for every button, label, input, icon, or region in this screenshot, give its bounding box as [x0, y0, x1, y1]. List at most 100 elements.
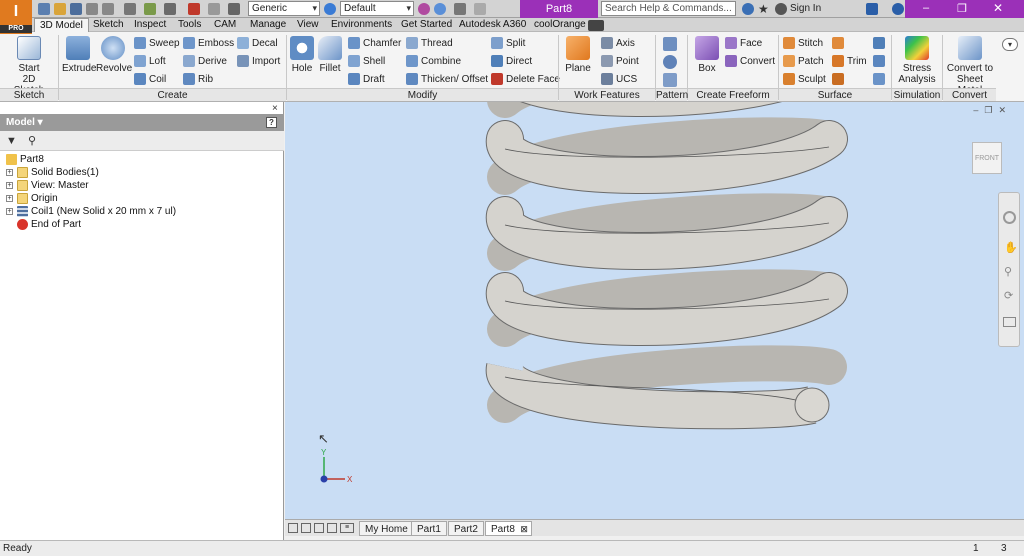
save-icon[interactable] — [70, 3, 82, 15]
extend-icon[interactable] — [832, 73, 844, 85]
tree-item-end-of-part[interactable]: End of Part — [6, 218, 81, 231]
rectangular-pattern-icon[interactable] — [663, 37, 677, 51]
search-input[interactable]: Search Help & Commands... — [601, 1, 736, 16]
find-icon[interactable]: ⚲ — [28, 134, 36, 147]
tab-cam[interactable]: CAM — [209, 18, 241, 32]
decal-button[interactable]: Decal — [237, 37, 278, 49]
new-icon[interactable] — [38, 3, 50, 15]
coil-button[interactable]: Coil — [134, 73, 166, 85]
delete-face-button[interactable]: Delete Face — [491, 73, 560, 85]
close-icon[interactable]: ✕ — [993, 1, 1003, 15]
patch-button[interactable]: Patch — [783, 55, 824, 67]
start-2d-sketch-button[interactable]: Start 2D Sketch — [6, 36, 52, 96]
expand-icon[interactable]: + — [6, 182, 13, 189]
viewcube[interactable]: FRONT — [972, 142, 1002, 174]
tab-3d-model[interactable]: 3D Model — [34, 18, 89, 33]
sculpt-button[interactable]: Sculpt — [783, 73, 826, 85]
trim-button[interactable]: Trim — [832, 55, 867, 67]
look-at-icon[interactable] — [1003, 317, 1016, 327]
appearance-dropdown[interactable]: Default — [340, 1, 414, 16]
coil-model[interactable]: Y X — [285, 102, 1024, 519]
exchange-icon[interactable] — [866, 3, 878, 15]
user-icon[interactable] — [775, 3, 787, 15]
tab-part8[interactable]: Part8 ⊠ — [485, 521, 532, 536]
loft-button[interactable]: Loft — [134, 55, 166, 67]
convert-to-sheet-metal-button[interactable]: Convert to Sheet Metal — [944, 36, 996, 96]
tree-item-view-master[interactable]: + View: Master — [6, 179, 89, 192]
tab-manage[interactable]: Manage — [245, 18, 291, 32]
convert-button[interactable]: Convert — [725, 55, 775, 67]
cascade-icon[interactable] — [301, 523, 311, 533]
fx-icon[interactable] — [454, 3, 466, 15]
tree-item-coil1[interactable]: + Coil1 (New Solid x 20 mm x 7 ul) — [6, 205, 176, 218]
update-icon[interactable] — [144, 3, 156, 15]
search-icon[interactable] — [742, 3, 754, 15]
ucs-button[interactable]: UCS — [601, 73, 637, 85]
repair-icon[interactable] — [873, 55, 885, 67]
orbit-icon[interactable]: ⟳ — [1004, 289, 1013, 302]
group-modify[interactable]: Modify — [287, 88, 558, 101]
ruled-surface-icon[interactable] — [832, 37, 844, 49]
sign-in-button[interactable]: Sign In — [790, 3, 821, 14]
thicken-offset-button[interactable]: Thicken/ Offset — [406, 73, 488, 85]
ribbon-options-icon[interactable]: ▾ — [1002, 38, 1018, 51]
tab-environments[interactable]: Environments — [326, 18, 397, 32]
adjust-icon[interactable] — [434, 3, 446, 15]
tab-list-icon[interactable]: ≡ — [340, 523, 354, 533]
tab-view[interactable]: View — [292, 18, 324, 32]
tab-tools[interactable]: Tools — [173, 18, 206, 32]
axis-button[interactable]: Axis — [601, 37, 635, 49]
undo-icon[interactable] — [86, 3, 98, 15]
arrange-icon[interactable] — [314, 523, 324, 533]
extrude-button[interactable]: Extrude — [62, 36, 96, 74]
tab-sketch[interactable]: Sketch — [88, 18, 129, 32]
add-icon[interactable] — [474, 3, 486, 15]
tab-coolorange[interactable]: coolOrange — [529, 18, 591, 32]
help-icon[interactable] — [892, 3, 904, 15]
tab-autodesk-a360[interactable]: Autodesk A360 — [454, 18, 531, 32]
box-button[interactable]: Box — [692, 36, 722, 74]
browser-header[interactable]: Model ▾ ? — [0, 114, 284, 131]
application-menu-button[interactable]: I PRO — [0, 0, 32, 34]
combine-button[interactable]: Combine — [406, 55, 461, 67]
tab-my-home[interactable]: My Home — [359, 521, 414, 536]
direct-button[interactable]: Direct — [491, 55, 532, 67]
material-dropdown[interactable]: Generic — [248, 1, 320, 16]
revolve-button[interactable]: Revolve — [96, 36, 132, 74]
rib-button[interactable]: Rib — [183, 73, 213, 85]
home-icon[interactable] — [124, 3, 136, 15]
mirror-icon[interactable] — [663, 73, 677, 87]
sweep-button[interactable]: Sweep — [134, 37, 180, 49]
emboss-button[interactable]: Emboss — [183, 37, 234, 49]
split-view-icon[interactable] — [327, 523, 337, 533]
select-icon[interactable] — [164, 3, 176, 15]
tab-part2[interactable]: Part2 — [448, 521, 484, 536]
tab-get-started[interactable]: Get Started — [396, 18, 457, 32]
minimize-icon[interactable]: – — [923, 2, 929, 14]
close-tab-icon[interactable]: ⊠ — [520, 522, 528, 537]
import-button[interactable]: Import — [237, 55, 280, 67]
expand-icon[interactable]: + — [6, 169, 13, 176]
tree-item-solid-bodies[interactable]: + Solid Bodies(1) — [6, 166, 99, 179]
circular-pattern-icon[interactable] — [663, 55, 677, 69]
split-button[interactable]: Split — [491, 37, 525, 49]
measure-icon[interactable] — [208, 3, 220, 15]
star-icon[interactable]: ★ — [758, 3, 770, 15]
close-browser-icon[interactable]: × — [272, 103, 278, 114]
hole-button[interactable]: Hole — [289, 36, 315, 74]
replace-face-icon[interactable] — [873, 37, 885, 49]
plane-button[interactable]: Plane — [562, 36, 594, 74]
graphics-viewport[interactable]: Y X –❐✕ FRONT ✋ ⚲ ⟳ ↖ — [285, 102, 1024, 519]
steering-wheel-icon[interactable] — [1003, 211, 1016, 224]
project-icon[interactable] — [188, 3, 200, 15]
face-button[interactable]: Face — [725, 37, 762, 49]
clear-appearance-icon[interactable] — [418, 3, 430, 15]
open-icon[interactable] — [54, 3, 66, 15]
shell-button[interactable]: Shell — [348, 55, 385, 67]
chamfer-button[interactable]: Chamfer — [348, 37, 401, 49]
browser-help-icon[interactable]: ? — [266, 117, 277, 128]
tree-item-part8[interactable]: Part8 — [6, 153, 44, 166]
expand-icon[interactable]: + — [6, 208, 13, 215]
point-button[interactable]: Point — [601, 55, 639, 67]
stress-analysis-button[interactable]: Stress Analysis — [894, 36, 940, 85]
